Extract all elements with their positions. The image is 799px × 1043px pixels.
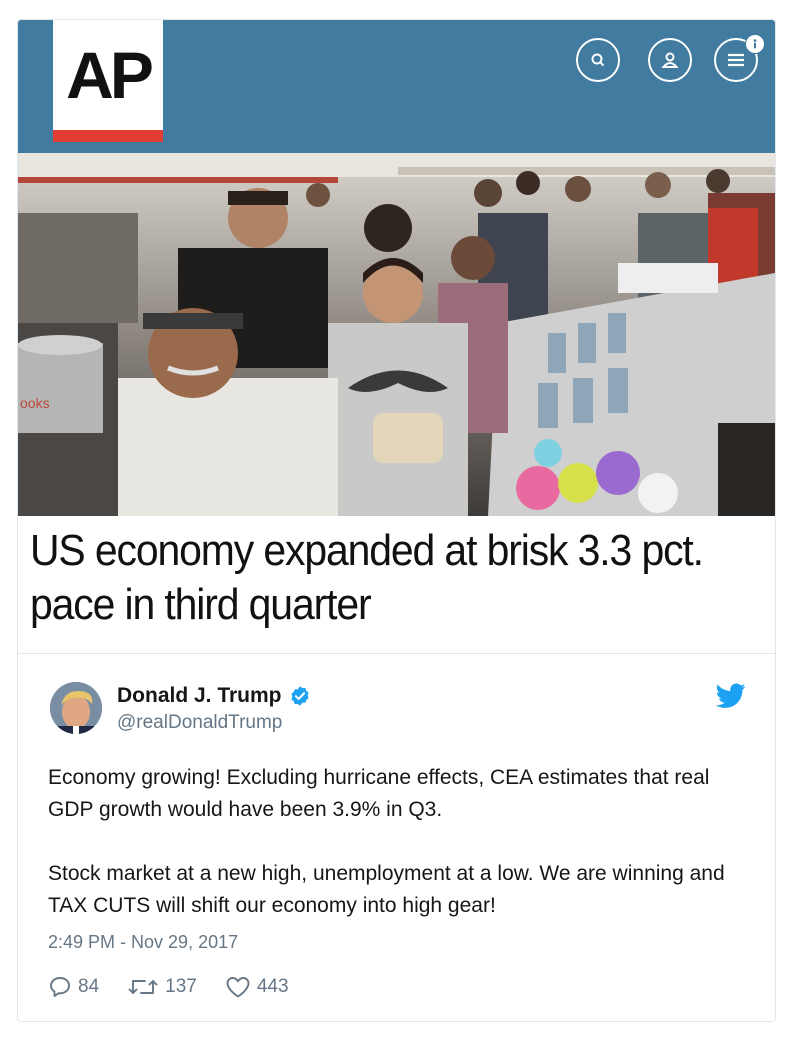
tweet-actions: 84 137 443 xyxy=(48,975,317,999)
card-divider xyxy=(18,653,775,654)
news-photo: ooks xyxy=(18,153,775,516)
like-button[interactable]: 443 xyxy=(225,975,289,999)
article-headline: US economy expanded at brisk 3.3 pct. pa… xyxy=(30,526,704,629)
verified-icon xyxy=(290,686,309,706)
tweet-media-image[interactable]: AP ooks US economy expanded at brisk 3.3… xyxy=(18,20,775,653)
retweet-icon xyxy=(128,980,158,994)
twitter-bird-icon[interactable] xyxy=(716,683,746,709)
author-name[interactable]: Donald J. Trump xyxy=(117,684,282,708)
retweet-count: 137 xyxy=(165,976,197,997)
ap-header-bar: AP xyxy=(18,20,775,153)
reply-count: 84 xyxy=(78,976,100,997)
ap-logo-stripe xyxy=(53,130,163,142)
retweet-button[interactable]: 137 xyxy=(127,975,197,999)
user-icon xyxy=(648,38,692,82)
like-icon xyxy=(226,977,250,998)
info-icon xyxy=(745,34,765,54)
ap-logo: AP xyxy=(53,20,163,142)
avatar-portrait xyxy=(50,682,102,734)
ap-logo-text: AP xyxy=(66,38,154,112)
author-handle[interactable]: @realDonaldTrump xyxy=(117,712,282,734)
tweet-card[interactable]: AP ooks US economy expanded at brisk 3.3… xyxy=(17,19,776,1022)
search-icon xyxy=(576,38,620,82)
avatar[interactable] xyxy=(50,682,102,734)
tweet-text: Economy growing! Excluding hurricane eff… xyxy=(48,766,725,917)
like-count: 443 xyxy=(256,976,289,997)
reply-button[interactable]: 84 xyxy=(48,975,99,999)
tweet-timestamp[interactable]: 2:49 PM - Nov 29, 2017 xyxy=(48,932,238,953)
reply-icon xyxy=(50,977,70,997)
photo-sign-text: ooks xyxy=(20,395,50,411)
shoppers-photo-illustration: ooks xyxy=(18,153,775,516)
